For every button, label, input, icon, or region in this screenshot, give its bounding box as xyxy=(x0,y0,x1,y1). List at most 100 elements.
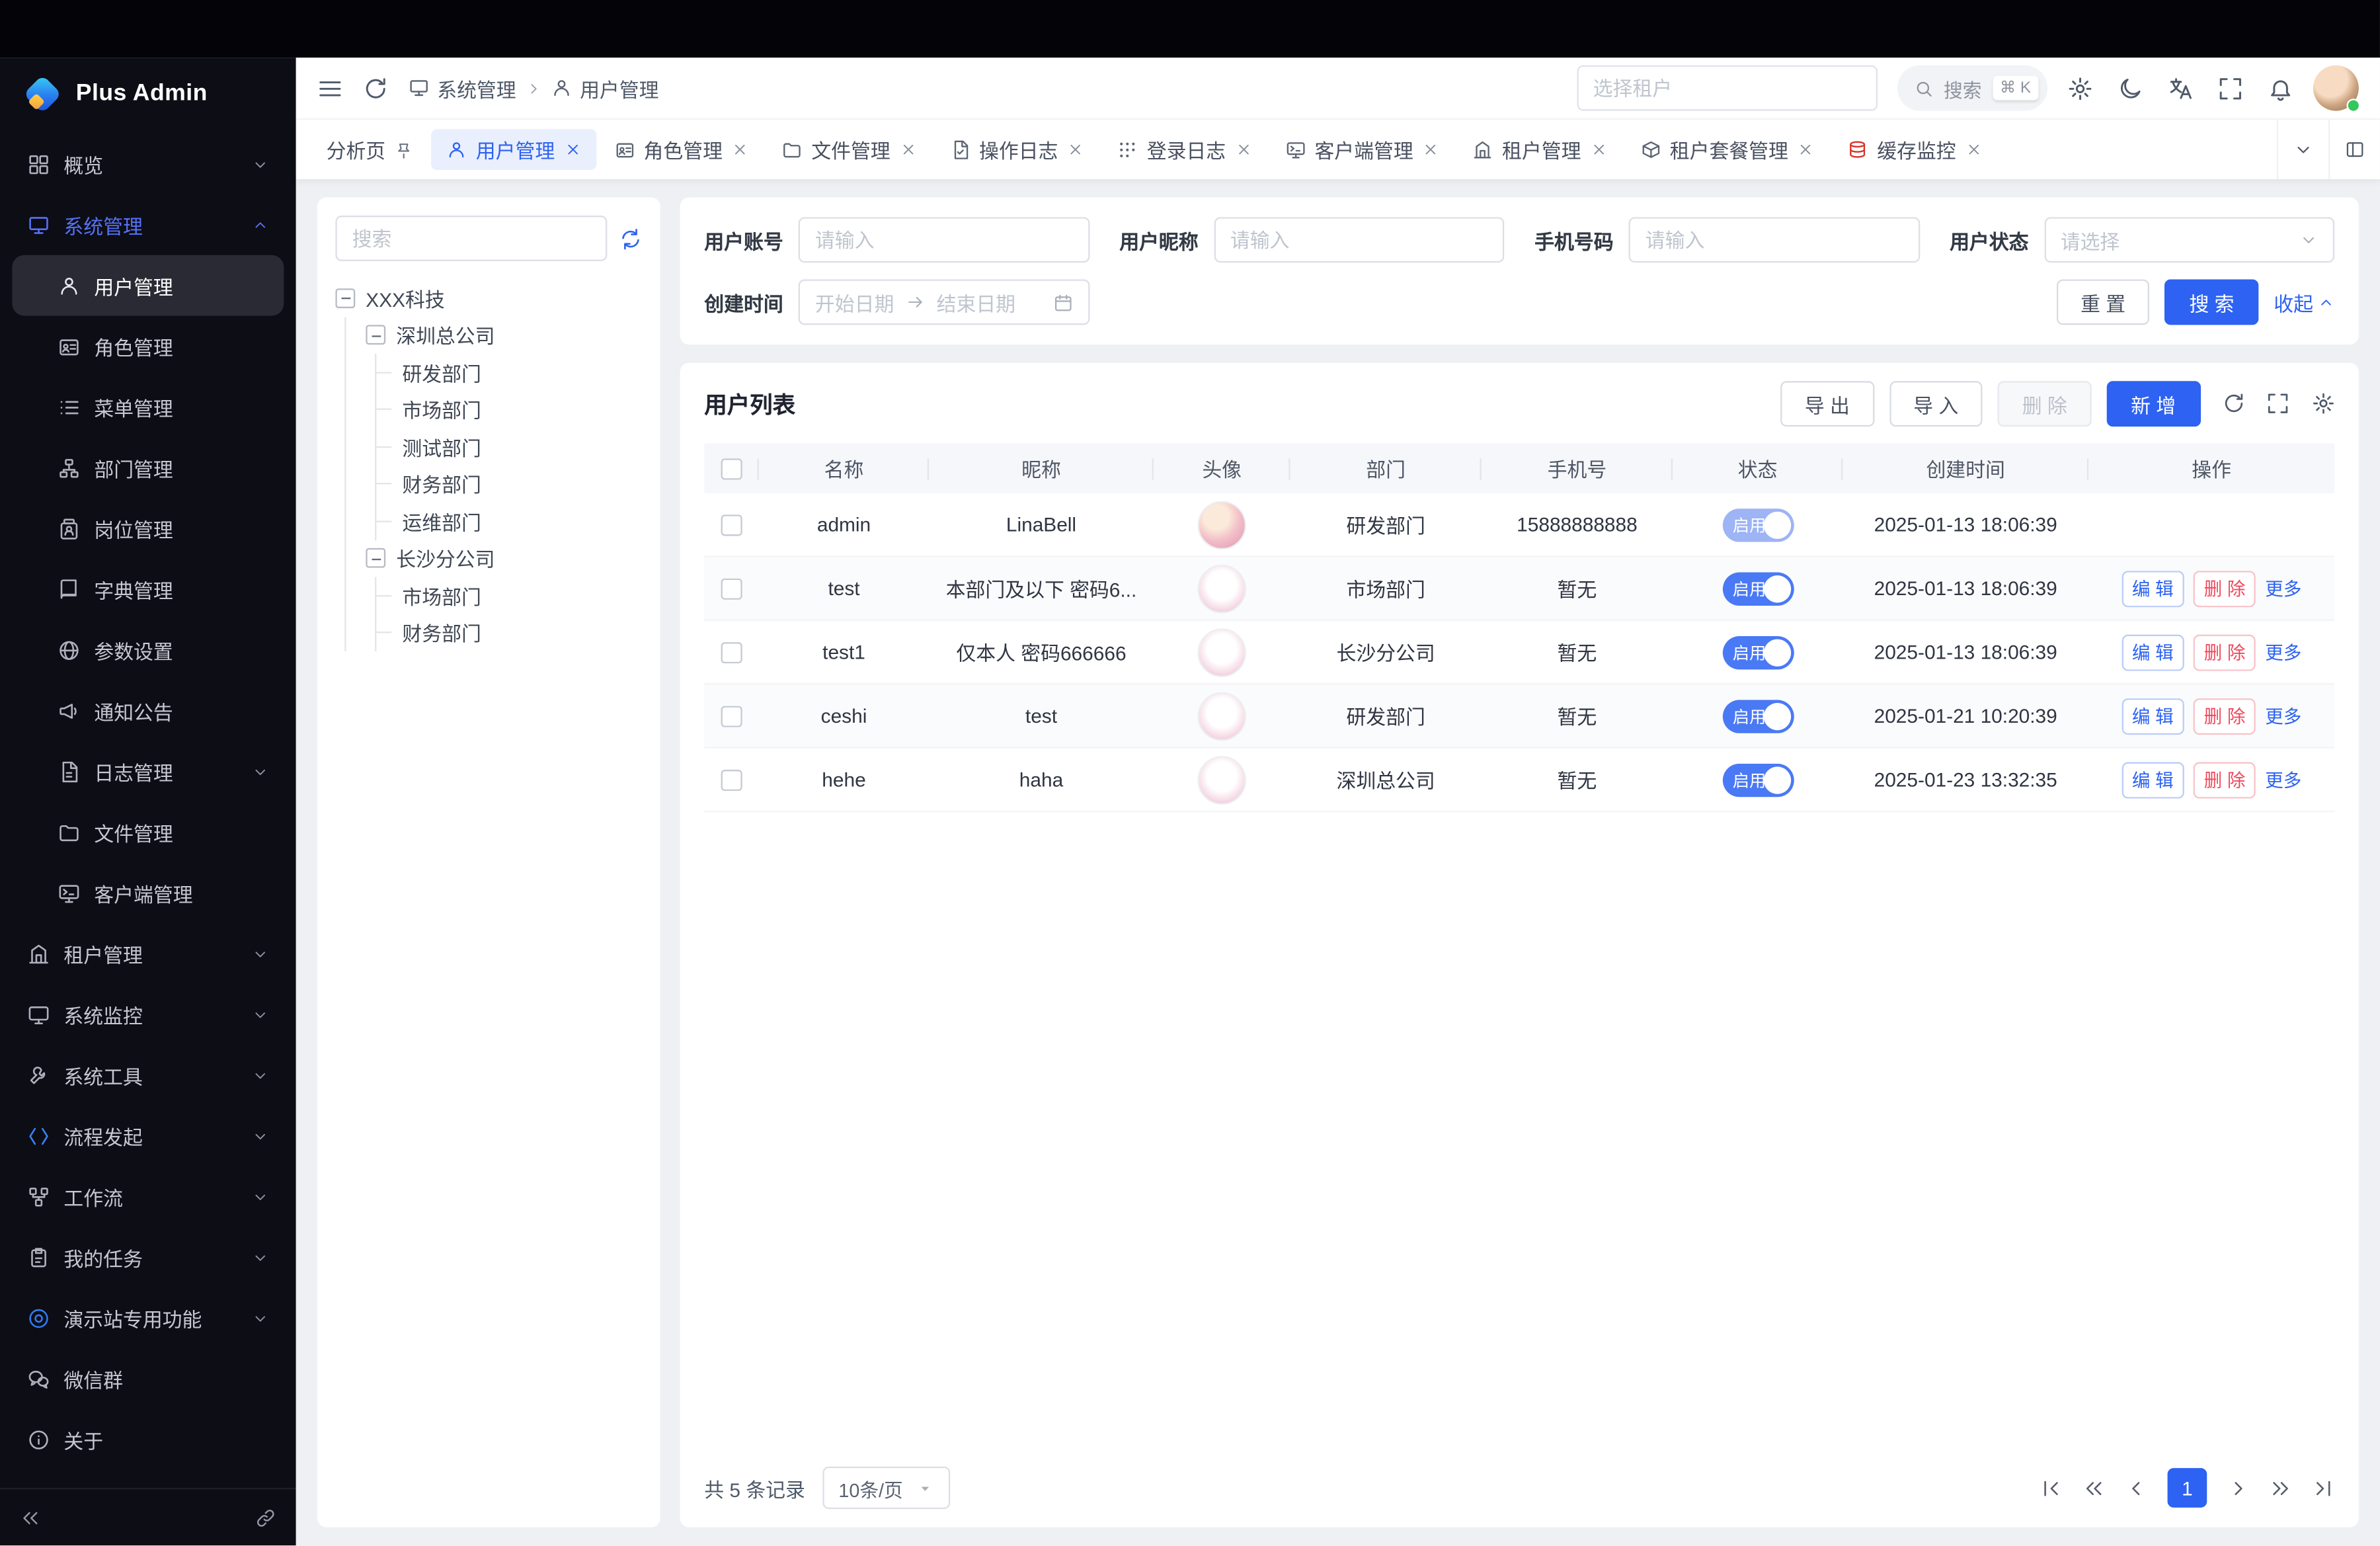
sidebar-item[interactable]: 岗位管理 xyxy=(12,498,284,559)
tab-角色管理[interactable]: 角色管理 xyxy=(599,129,764,170)
status-toggle[interactable]: 启用 xyxy=(1722,699,1794,733)
sidebar-collapse-button[interactable] xyxy=(20,1507,41,1528)
user-avatar-image[interactable] xyxy=(1197,500,1246,548)
tree-refresh-button[interactable] xyxy=(619,227,642,249)
sidebar-item[interactable]: 工作流 xyxy=(12,1166,284,1227)
tab-缓存监控[interactable]: 缓存监控 xyxy=(1832,129,1997,170)
sidebar-item[interactable]: 部门管理 xyxy=(12,437,284,498)
sidebar-item[interactable]: 演示站专用功能 xyxy=(12,1287,284,1348)
tab-close-icon[interactable] xyxy=(1423,142,1439,158)
tree-node[interactable]: 长沙分公司 xyxy=(366,540,642,577)
tab-close-icon[interactable] xyxy=(899,142,916,158)
jump-next-button[interactable] xyxy=(2269,1477,2291,1499)
user-avatar-image[interactable] xyxy=(1197,692,1246,740)
expand-table-button[interactable] xyxy=(2266,392,2290,416)
sidebar-item[interactable]: 用户管理 xyxy=(12,255,284,316)
sidebar-item[interactable]: 流程发起 xyxy=(12,1105,284,1166)
sidebar-item[interactable]: 日志管理 xyxy=(12,741,284,801)
tab-用户管理[interactable]: 用户管理 xyxy=(431,129,596,170)
tree-node[interactable]: 测试部门 xyxy=(396,428,642,465)
current-page-button[interactable]: 1 xyxy=(2168,1468,2207,1508)
date-range-picker[interactable]: 开始日期结束日期 xyxy=(799,279,1090,325)
edit-button[interactable]: 编 辑 xyxy=(2122,634,2184,671)
refresh-page-button[interactable] xyxy=(363,75,389,101)
edit-button[interactable]: 编 辑 xyxy=(2122,761,2184,797)
tab-登录日志[interactable]: 登录日志 xyxy=(1102,129,1267,170)
tab-客户端管理[interactable]: 客户端管理 xyxy=(1270,129,1454,170)
app-logo[interactable]: Plus Admin xyxy=(0,58,296,130)
tab-close-icon[interactable] xyxy=(1965,142,1981,158)
sidebar-item[interactable]: 客户端管理 xyxy=(12,862,284,923)
tab-list-dropdown[interactable] xyxy=(2277,120,2328,179)
status-toggle[interactable]: 启用 xyxy=(1722,763,1794,797)
first-page-button[interactable] xyxy=(2040,1477,2063,1499)
tab-close-icon[interactable] xyxy=(1590,142,1606,158)
tab-close-icon[interactable] xyxy=(1067,142,1084,158)
next-page-button[interactable] xyxy=(2227,1477,2249,1499)
sidebar-item[interactable]: 菜单管理 xyxy=(12,376,284,437)
more-button[interactable]: 更多 xyxy=(2265,703,2301,729)
fullscreen-button[interactable] xyxy=(2217,75,2243,101)
delete-row-button[interactable]: 删 除 xyxy=(2194,570,2256,606)
delete-button[interactable]: 删 除 xyxy=(1998,381,2091,427)
export-button[interactable]: 导 出 xyxy=(1780,381,1874,427)
breadcrumb-item[interactable]: 系统管理 xyxy=(409,73,516,102)
sidebar-item[interactable]: 通知公告 xyxy=(12,680,284,741)
tree-node[interactable]: 深圳总公司 xyxy=(366,317,642,354)
filter-text-input[interactable] xyxy=(1646,229,1903,251)
table-settings-button[interactable] xyxy=(2311,392,2335,416)
filter-text-input[interactable] xyxy=(815,229,1072,251)
tab-close-icon[interactable] xyxy=(564,142,580,158)
sidebar-item[interactable]: 系统工具 xyxy=(12,1045,284,1106)
tab-layout-button[interactable] xyxy=(2328,120,2380,179)
prev-page-button[interactable] xyxy=(2125,1477,2147,1499)
tree-node[interactable]: 运维部门 xyxy=(396,503,642,540)
row-checkbox[interactable] xyxy=(721,514,742,535)
reset-button[interactable]: 重 置 xyxy=(2056,279,2149,325)
tree-node[interactable]: 市场部门 xyxy=(396,391,642,428)
sidebar-item[interactable]: 关于 xyxy=(12,1409,284,1470)
sidebar-item[interactable]: 系统管理 xyxy=(12,194,284,255)
sidebar-item[interactable]: 文件管理 xyxy=(12,801,284,862)
sidebar-item[interactable]: 我的任务 xyxy=(12,1227,284,1287)
sidebar-item[interactable]: 租户管理 xyxy=(12,923,284,984)
sidebar-item[interactable]: 参数设置 xyxy=(12,620,284,680)
status-toggle[interactable]: 启用 xyxy=(1722,635,1794,669)
row-checkbox[interactable] xyxy=(721,769,742,790)
sidebar-item[interactable]: 微信群 xyxy=(12,1348,284,1409)
menu-toggle-button[interactable] xyxy=(317,75,343,101)
tree-node[interactable]: 研发部门 xyxy=(396,354,642,391)
edit-button[interactable]: 编 辑 xyxy=(2122,698,2184,734)
global-search[interactable]: 搜索 ⌘ K xyxy=(1897,65,2047,111)
user-avatar-image[interactable] xyxy=(1197,755,1246,803)
edit-button[interactable]: 编 辑 xyxy=(2122,570,2184,606)
breadcrumb-item[interactable]: 用户管理 xyxy=(551,73,658,102)
sidebar-pin-button[interactable] xyxy=(255,1507,276,1528)
status-toggle[interactable]: 启用 xyxy=(1722,508,1794,542)
tree-node[interactable]: 财务部门 xyxy=(396,466,642,503)
sidebar-item[interactable]: 系统监控 xyxy=(12,984,284,1045)
sidebar-item[interactable]: 角色管理 xyxy=(12,316,284,377)
tab-文件管理[interactable]: 文件管理 xyxy=(767,129,932,170)
more-button[interactable]: 更多 xyxy=(2265,639,2301,665)
select-all-checkbox[interactable] xyxy=(721,458,742,479)
add-button[interactable]: 新 增 xyxy=(2106,381,2200,427)
delete-row-button[interactable]: 删 除 xyxy=(2194,634,2256,671)
tab-租户套餐管理[interactable]: 租户套餐管理 xyxy=(1625,129,1829,170)
sidebar-item[interactable]: 概览 xyxy=(12,134,284,194)
row-checkbox[interactable] xyxy=(721,578,742,599)
tab-分析页[interactable]: 分析页 xyxy=(311,129,428,170)
user-avatar-image[interactable] xyxy=(1197,628,1246,676)
tenant-select-input[interactable] xyxy=(1576,65,1877,111)
more-button[interactable]: 更多 xyxy=(2265,766,2301,792)
jump-prev-button[interactable] xyxy=(2082,1477,2105,1499)
more-button[interactable]: 更多 xyxy=(2265,575,2301,601)
notifications-button[interactable] xyxy=(2268,75,2293,101)
row-checkbox[interactable] xyxy=(721,705,742,726)
tree-collapse-icon[interactable] xyxy=(335,288,355,308)
user-avatar-image[interactable] xyxy=(1197,564,1246,612)
tree-node[interactable]: XXX科技 xyxy=(335,279,642,316)
tab-租户管理[interactable]: 租户管理 xyxy=(1457,129,1622,170)
tree-collapse-icon[interactable] xyxy=(366,548,385,568)
row-checkbox[interactable] xyxy=(721,641,742,663)
